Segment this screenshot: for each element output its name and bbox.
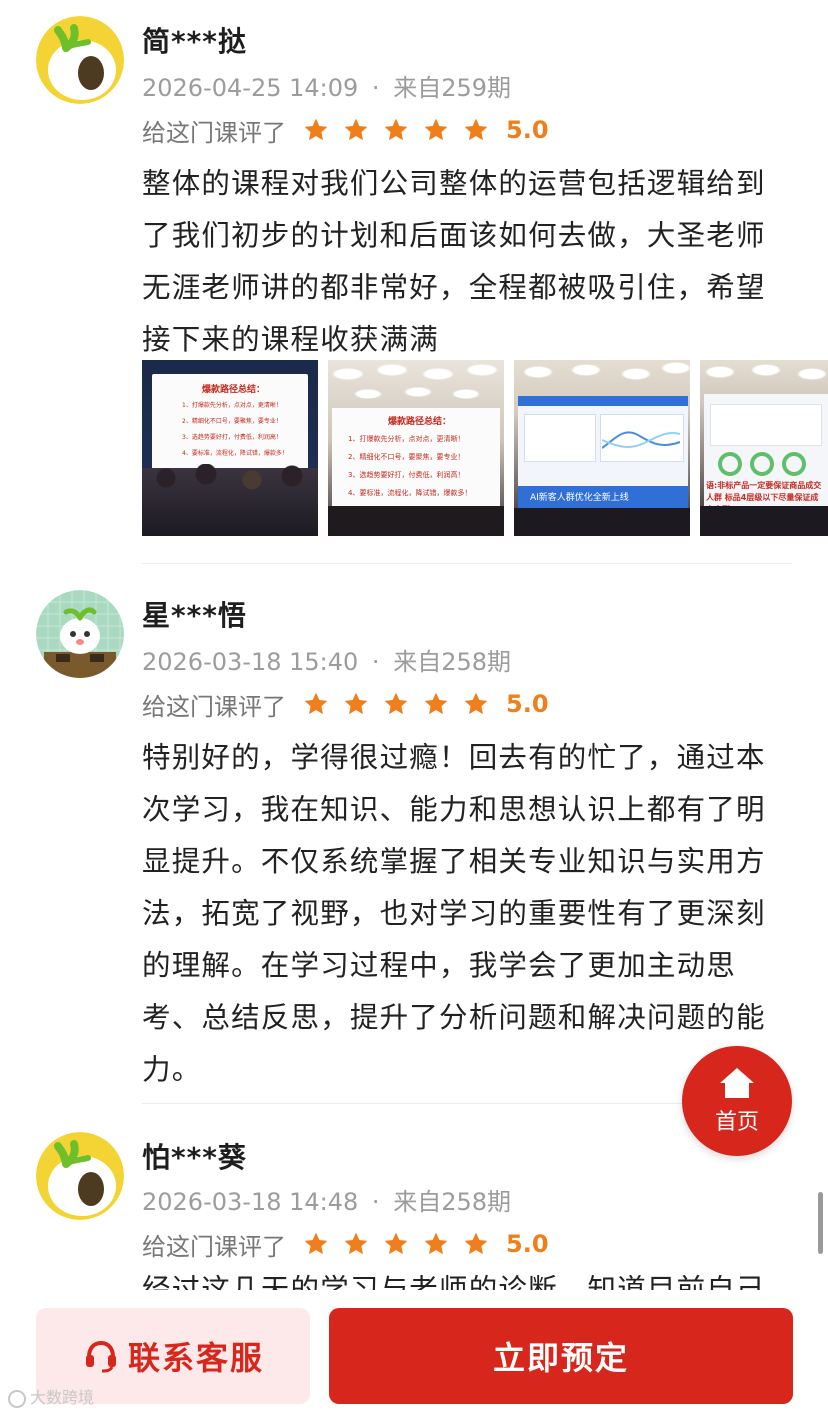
avatar[interactable] [36, 590, 124, 678]
slide-line: 2、精细化不口号，要聚焦，要专业！ [182, 418, 282, 425]
rating-row: 给这门课评了 5.0 [142, 1226, 549, 1262]
review-photo[interactable]: 爆款路径总结： 1、打爆款先分析，点对点，更清晰！ 2、精细化不口号，要聚焦，要… [142, 360, 318, 536]
star-icon [384, 118, 408, 141]
home-float-button[interactable]: 首页 [682, 1046, 792, 1156]
review-content-clipped: 经过这几天的学习与老师的诊断，知道目前自己 [142, 1270, 792, 1290]
review-meta: 2026-03-18 15:40 · 来自258期 [142, 642, 511, 677]
dashboard-panel [524, 414, 596, 462]
dashboard-screen: 语:非标产品一定要保证商品成交人群 标品4层级以下尽量保证成交人群 [704, 394, 828, 514]
dashboard-header [518, 396, 688, 406]
turnip-character-avatar-icon [36, 590, 124, 678]
star-icon [384, 1232, 408, 1255]
dashboard-screen: AI新客人群优化全新上线 [518, 396, 688, 508]
reviewer-name: 简***挞 [142, 25, 247, 58]
review-content: 特别好的，学得很过瘾！回去有的忙了，通过本次学习，我在知识、能力和思想认识上都有… [142, 741, 766, 1086]
review-content: 整体的课程对我们公司整体的运营包括逻辑给到了我们初步的计划和后面该如何去做，大圣… [142, 167, 766, 356]
review-meta: 2026-04-25 14:09 · 来自259期 [142, 68, 511, 103]
star-icon [424, 118, 448, 141]
star-icon [304, 1232, 328, 1255]
donut-chart [750, 452, 774, 476]
dashboard-panel [710, 404, 822, 446]
rating-label: 给这门课评了 [142, 692, 286, 721]
home-icon [720, 1068, 754, 1098]
avatar[interactable] [36, 16, 124, 104]
star-icon [464, 118, 488, 141]
book-now-button[interactable]: 立即预定 [329, 1308, 793, 1404]
watermark: 大数跨境 [8, 1384, 94, 1408]
slide-line: 1、打爆款先分析，点对点，更清晰！ [348, 435, 465, 443]
review-source: 来自259期 [393, 74, 512, 102]
star-icon [344, 1232, 368, 1255]
rating-label: 给这门课评了 [142, 1232, 286, 1261]
review-photos: 爆款路径总结： 1、打爆款先分析，点对点，更清晰！ 2、精细化不口号，要聚焦，要… [142, 360, 828, 536]
watermark-logo-icon [8, 1389, 26, 1408]
home-float-label: 首页 [714, 1110, 759, 1135]
book-now-label: 立即预定 [492, 1339, 629, 1377]
audience-heads [156, 464, 306, 494]
star-rating [296, 1231, 496, 1257]
rating-label: 给这门课评了 [142, 118, 286, 147]
ceiling-lights [514, 360, 690, 400]
star-icon [464, 1232, 488, 1255]
review-time: 2026-04-25 14:09 [142, 74, 359, 102]
slide-title: 爆款路径总结： [388, 417, 452, 427]
ceiling-lights [328, 360, 504, 408]
slide-line: 3、选趋势要好打，付费低，利润高！ [182, 434, 282, 441]
turnip-avatar-icon [36, 1132, 124, 1220]
reviewer-name: 怕***葵 [142, 1141, 247, 1174]
review-source: 来自258期 [393, 648, 512, 676]
star-rating [296, 691, 496, 717]
slide-title: 爆款路径总结： [202, 385, 266, 395]
star-icon [344, 692, 368, 715]
scrollbar-thumb[interactable] [818, 1192, 823, 1254]
review-source: 来自258期 [393, 1188, 512, 1216]
star-icon [464, 692, 488, 715]
review-time: 2026-03-18 14:48 [142, 1188, 359, 1216]
reviewer-name: 星***悟 [142, 599, 247, 632]
slide-screen: 爆款路径总结： 1、打爆款先分析，点对点，更清晰！ 2、精细化不口号，要聚焦，要… [332, 408, 500, 508]
review-meta: 2026-03-18 14:48 · 来自258期 [142, 1182, 511, 1217]
audience-crowd [328, 506, 504, 536]
audience-crowd [700, 506, 828, 536]
meta-separator: · [371, 74, 380, 102]
audience-crowd [514, 508, 690, 536]
contact-service-label: 联系客服 [127, 1339, 264, 1377]
meta-separator: · [371, 1188, 380, 1216]
review-photo[interactable]: 爆款路径总结： 1、打爆款先分析，点对点，更清晰！ 2、精细化不口号，要聚焦，要… [328, 360, 504, 536]
star-icon [304, 118, 328, 141]
rating-row: 给这门课评了 5.0 [142, 112, 549, 148]
bottom-action-bar: 联系客服 立即预定 [0, 1290, 828, 1412]
star-icon [424, 692, 448, 715]
star-icon [304, 692, 328, 715]
avatar[interactable] [36, 1132, 124, 1220]
star-icon [344, 118, 368, 141]
watermark-text: 大数跨境 [30, 1388, 95, 1407]
rating-score: 5.0 [506, 116, 549, 144]
dashboard-caption: AI新客人群优化全新上线 [530, 493, 629, 503]
donut-chart [718, 452, 742, 476]
slide-screen: 爆款路径总结： 1、打爆款先分析，点对点，更清晰！ 2、精细化不口号，要聚焦，要… [152, 374, 308, 476]
turnip-avatar-icon [36, 16, 124, 104]
ceiling-lights [700, 360, 828, 396]
slide-line: 4、要标准，流程化，降试错，爆款多！ [348, 489, 472, 497]
review-time: 2026-03-18 15:40 [142, 648, 359, 676]
star-icon [384, 692, 408, 715]
rating-score: 5.0 [506, 690, 549, 718]
slide-line: 4、要标准，流程化，降试错，爆款多！ [182, 450, 288, 457]
review-content: 经过这几天的学习与老师的诊断，知道目前自己 [142, 1273, 766, 1290]
review-divider [142, 563, 792, 564]
slide-line: 1、打爆款先分析，点对点，更清晰！ [182, 402, 282, 409]
slide-line: 2、精细化不口号，要聚焦，要专业！ [348, 453, 465, 461]
review-photo[interactable]: AI新客人群优化全新上线 [514, 360, 690, 536]
headset-icon [85, 1340, 116, 1373]
meta-separator: · [371, 648, 380, 676]
star-icon [424, 1232, 448, 1255]
review-photo[interactable]: 语:非标产品一定要保证商品成交人群 标品4层级以下尽量保证成交人群 [700, 360, 828, 536]
donut-chart [782, 452, 806, 476]
rating-row: 给这门课评了 5.0 [142, 686, 549, 722]
star-rating [296, 117, 496, 143]
slide-line: 3、选趋势要好打，付费低，利润高！ [348, 471, 465, 479]
dashboard-line-chart [602, 431, 680, 449]
rating-score: 5.0 [506, 1230, 549, 1258]
